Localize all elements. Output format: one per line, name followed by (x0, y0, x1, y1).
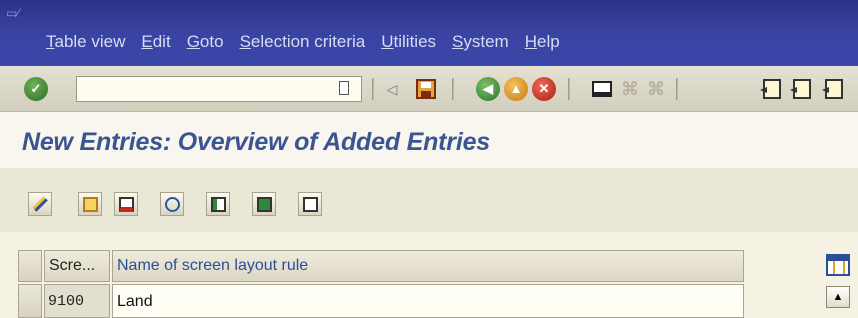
system-menu-icon[interactable]: ▭⁄ (6, 6, 24, 20)
toolbar-separator (372, 78, 374, 100)
change-display-icon[interactable] (28, 192, 52, 216)
menu-items: Table view Edit Goto Selection criteria … (46, 32, 576, 52)
toolbar-separator (452, 78, 454, 100)
table-cell-layout-rule[interactable]: Land (112, 284, 744, 318)
command-history-icon[interactable] (336, 78, 352, 98)
copy-as-icon[interactable] (78, 192, 102, 216)
page-title: New Entries: Overview of Added Entries (22, 128, 490, 156)
previous-page-icon[interactable] (790, 77, 814, 101)
enter-check-icon[interactable]: ✓ (24, 77, 48, 101)
select-all-icon[interactable] (206, 192, 230, 216)
first-page-icon[interactable] (760, 77, 784, 101)
find-icon: ⌘ (621, 78, 639, 99)
menu-help[interactable]: Help (525, 32, 560, 52)
save-icon[interactable] (414, 77, 438, 101)
column-header-layout-rule[interactable]: Name of screen layout rule (112, 250, 744, 282)
select-block-icon[interactable] (252, 192, 276, 216)
row-selector[interactable] (18, 284, 42, 318)
scroll-up-icon[interactable]: ▲ (826, 286, 850, 308)
find-next-icon: ⌘ (647, 78, 665, 99)
menu-selection-criteria[interactable]: Selection criteria (240, 32, 366, 52)
undo-change-icon[interactable] (160, 192, 184, 216)
print-icon[interactable] (590, 77, 614, 101)
column-header-screen[interactable]: Scre... (44, 250, 110, 282)
delete-icon[interactable] (114, 192, 138, 216)
menu-goto[interactable]: Goto (187, 32, 224, 52)
exit-icon[interactable]: ▲ (504, 77, 528, 101)
toolbar-separator (676, 78, 678, 100)
menu-bar: ▭⁄ Table view Edit Goto Selection criter… (0, 0, 858, 66)
deselect-all-icon[interactable] (298, 192, 322, 216)
table-cell-screen: 9100 (44, 284, 110, 318)
title-area: New Entries: Overview of Added Entries (0, 112, 858, 168)
command-field[interactable] (76, 76, 362, 102)
menu-table-view[interactable]: Table view (46, 32, 125, 52)
menu-system[interactable]: System (452, 32, 509, 52)
back-icon[interactable]: ◀ (476, 77, 500, 101)
next-page-icon[interactable] (822, 77, 846, 101)
back-arrow-small-icon[interactable]: ◁ (384, 77, 400, 101)
table-settings-icon[interactable] (826, 254, 850, 276)
cancel-icon[interactable]: ✕ (532, 77, 556, 101)
select-all-rows-button[interactable] (18, 250, 42, 282)
menu-utilities[interactable]: Utilities (381, 32, 436, 52)
toolbar-separator (568, 78, 570, 100)
menu-edit[interactable]: Edit (141, 32, 170, 52)
